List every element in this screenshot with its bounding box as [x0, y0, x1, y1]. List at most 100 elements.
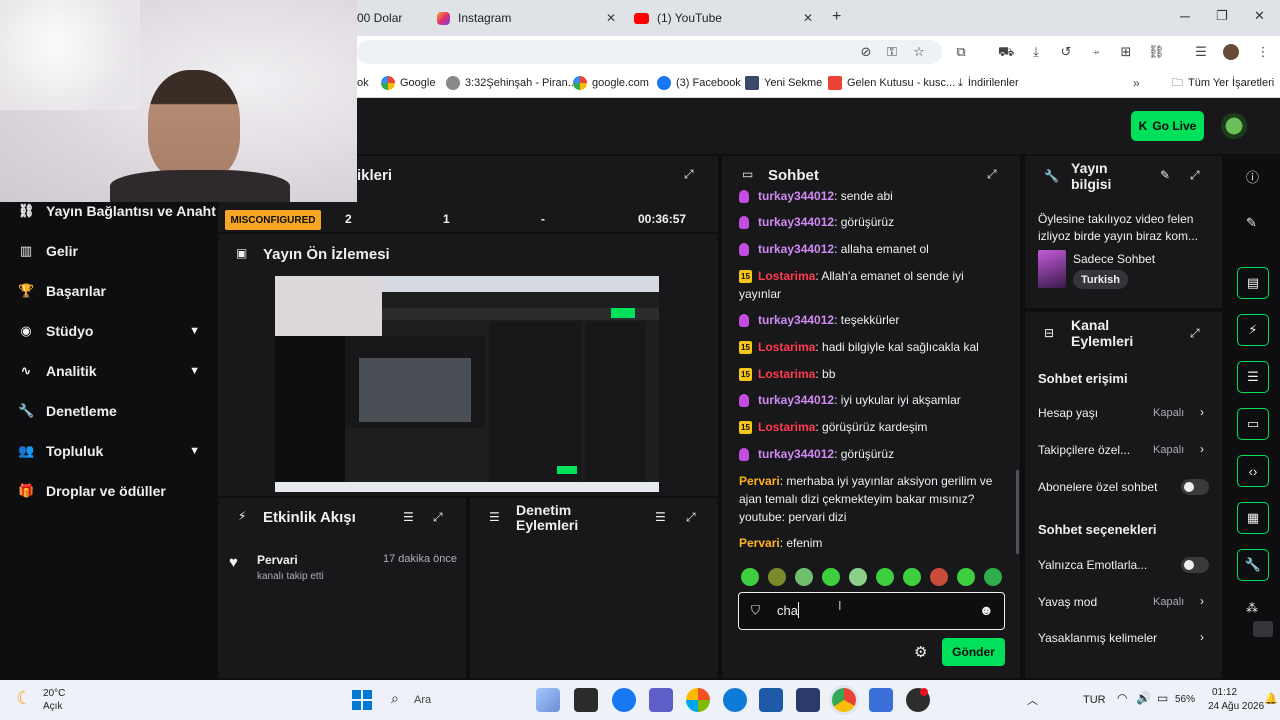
chat-username[interactable]: turkay344012	[758, 393, 834, 407]
sidebar-item-revenue[interactable]: ▥ Gelir	[18, 241, 208, 261]
sidebar-item-studio[interactable]: ◉ Stüdyo ▼	[18, 321, 208, 341]
user-avatar[interactable]	[1221, 113, 1247, 139]
chat-username[interactable]: turkay344012	[758, 313, 834, 327]
clock-time[interactable]: 01:12	[1212, 687, 1237, 698]
bookmark-downloads[interactable]: ⤓ İndirilenler	[958, 74, 1019, 92]
emote-icon[interactable]	[741, 568, 759, 586]
emote-icon[interactable]	[903, 568, 921, 586]
bookmark-google[interactable]: Google	[381, 74, 435, 92]
extensions-icon[interactable]: ⧉	[953, 44, 969, 60]
key-icon[interactable]: ⚿	[884, 44, 900, 60]
emote-only-toggle[interactable]	[1181, 557, 1209, 573]
chat-username[interactable]: Lostarima	[758, 367, 815, 381]
history-icon[interactable]: ↺	[1058, 44, 1074, 60]
stream-preview-video[interactable]	[275, 276, 659, 492]
rail-button-media[interactable]: ▦	[1237, 502, 1269, 534]
rail-button-chat[interactable]: ▭	[1237, 408, 1269, 440]
category-name[interactable]: Sadece Sohbet	[1073, 252, 1155, 266]
tab-youtube[interactable]: (1) YouTube ✕	[628, 4, 823, 32]
emote-icon[interactable]	[957, 568, 975, 586]
emote-icon[interactable]	[876, 568, 894, 586]
eye-off-icon[interactable]: ⊘	[858, 44, 874, 60]
link-icon[interactable]: ⛓	[1148, 44, 1165, 60]
popout-icon[interactable]: ⤢	[1190, 326, 1200, 341]
emote-icon[interactable]	[795, 568, 813, 586]
rail-button-modlog[interactable]: ☰	[1237, 361, 1269, 393]
chat-input-box[interactable]: ⛉ cha ☻	[738, 592, 1005, 630]
search-icon[interactable]: ⌕	[391, 690, 399, 707]
sidebar-item-drops[interactable]: 🎁 Droplar ve ödüller	[18, 481, 208, 501]
bookmark-gmail[interactable]: Gelen Kutusu - kusc...	[828, 74, 955, 92]
chevron-up-icon[interactable]: ︿	[1027, 692, 1038, 708]
window-close-icon[interactable]: ✕	[1254, 8, 1265, 24]
rail-button-embed[interactable]: ‹›	[1237, 455, 1269, 487]
popout-icon[interactable]: ⤢	[684, 167, 694, 182]
sidebar-item-analytics[interactable]: ∿ Analitik ▼	[18, 361, 208, 381]
all-bookmarks[interactable]: 🗀 Tüm Yer İşaretleri	[1172, 74, 1274, 92]
address-field[interactable]	[357, 40, 942, 64]
popout-icon[interactable]: ⤢	[1190, 168, 1200, 183]
rail-button-stats[interactable]: ▤	[1237, 267, 1269, 299]
search-label[interactable]: Ara	[414, 694, 431, 706]
notification-bell-icon[interactable]: 🔔	[1264, 692, 1278, 705]
maximize-icon[interactable]: ❐	[1216, 8, 1228, 24]
car-icon[interactable]: ⛟	[998, 44, 1014, 60]
pencil-icon[interactable]: ✎	[1246, 215, 1257, 231]
gear-icon[interactable]: ⚙	[914, 643, 927, 661]
chat-scrollbar[interactable]	[1016, 470, 1019, 554]
volume-icon[interactable]: 🔊	[1136, 691, 1151, 705]
more-menu-icon[interactable]: ⋮	[1255, 44, 1271, 60]
language-indicator[interactable]: TUR	[1083, 694, 1106, 706]
network-icon[interactable]: ⁂	[1246, 601, 1258, 615]
chat-username[interactable]: turkay344012	[758, 242, 834, 256]
list-icon[interactable]: ☰	[1193, 44, 1209, 60]
bookmark-item[interactable]: 3:32Şehinşah - Piran...	[446, 74, 577, 92]
app-icon[interactable]	[869, 688, 893, 712]
rail-button-settings[interactable]: 🔧	[1237, 549, 1269, 581]
subscribers-only-toggle[interactable]	[1181, 479, 1209, 495]
task-view-icon[interactable]	[574, 688, 598, 712]
popout-icon[interactable]: ⤢	[987, 167, 997, 182]
edit-icon[interactable]: ✎	[1160, 168, 1170, 182]
chat-username[interactable]: turkay344012	[758, 447, 834, 461]
sidebar-item-moderation[interactable]: 🔧 Denetleme	[18, 401, 208, 421]
app-icon[interactable]	[796, 688, 820, 712]
chat-username[interactable]: turkay344012	[758, 215, 834, 229]
edge-icon[interactable]	[723, 688, 747, 712]
language-tag[interactable]: Turkish	[1073, 270, 1128, 289]
store-icon[interactable]	[759, 688, 783, 712]
translate-icon[interactable]: ⍆	[1088, 44, 1104, 60]
tab-close-icon[interactable]: ✕	[803, 11, 813, 25]
sidebar-item-achievements[interactable]: 🏆 Başarılar	[18, 281, 208, 301]
emote-icon[interactable]	[768, 568, 786, 586]
minimize-icon[interactable]: ─	[1180, 8, 1190, 24]
clock-date[interactable]: 24 Ağu 2026	[1208, 701, 1264, 712]
info-icon[interactable]: ⓘ	[1246, 167, 1259, 186]
popout-icon[interactable]: ⤢	[433, 510, 443, 525]
battery-icon[interactable]: ▭	[1157, 691, 1168, 705]
sidebar-item-stream-key[interactable]: ⛓ Yayın Bağlantısı ve Anahtarı	[18, 201, 218, 221]
copilot-icon[interactable]	[686, 688, 710, 712]
filter-icon[interactable]: ☰	[655, 510, 666, 524]
teams-icon[interactable]	[649, 688, 673, 712]
tab-instagram[interactable]: Instagram ✕	[431, 4, 626, 32]
emote-icon[interactable]	[984, 568, 1002, 586]
emote-icon[interactable]	[822, 568, 840, 586]
event-username[interactable]: Pervari	[257, 553, 298, 567]
tab-dolar[interactable]: 00 Dolar	[357, 4, 427, 32]
chat-username[interactable]: Pervari	[739, 536, 780, 550]
bookmark-item[interactable]: google.com	[573, 74, 649, 92]
chat-input[interactable]: cha	[777, 603, 798, 618]
go-live-button[interactable]: K Go Live	[1131, 111, 1204, 141]
bookmark-item[interactable]: ok	[357, 74, 369, 92]
chat-username[interactable]: turkay344012	[758, 189, 834, 203]
widgets-icon[interactable]	[536, 688, 560, 712]
chat-username[interactable]: Lostarima	[758, 269, 815, 283]
popout-icon[interactable]: ⤢	[686, 510, 696, 525]
download-icon[interactable]: ⤓	[1028, 44, 1044, 60]
star-icon[interactable]: ☆	[911, 44, 927, 60]
tab-close-icon[interactable]: ✕	[606, 11, 616, 25]
wifi-icon[interactable]: ◠	[1117, 691, 1127, 705]
bookmark-facebook[interactable]: (3) Facebook	[657, 74, 741, 92]
facebook-app-icon[interactable]	[612, 688, 636, 712]
